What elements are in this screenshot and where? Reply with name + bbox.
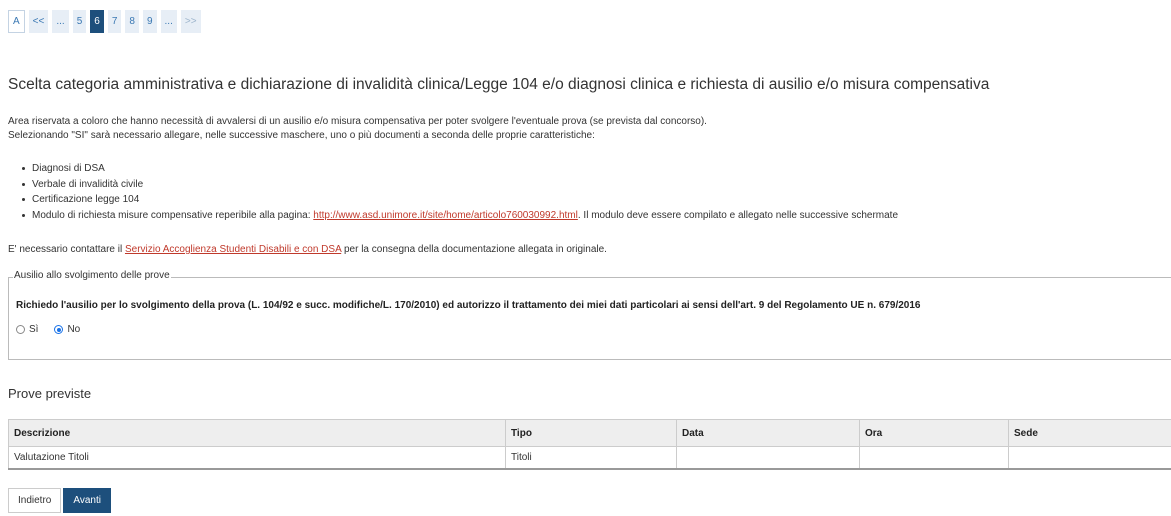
contact-text: E' necessario contattare il: [8, 244, 125, 255]
radio-no-label[interactable]: No: [67, 324, 80, 335]
ausilio-fieldset: Ausilio allo svolgimento delle prove Ric…: [8, 270, 1171, 360]
page-link-7[interactable]: 7: [107, 10, 122, 33]
page-link-prev[interactable]: <<: [28, 10, 49, 33]
service-link[interactable]: Servizio Accoglienza Studenti Disabili e…: [125, 244, 341, 255]
cell-data: [676, 446, 860, 470]
prove-table: Descrizione Tipo Data Ora Sede Valutazio…: [8, 419, 1171, 470]
column-header-ora: Ora: [859, 419, 1009, 447]
list-item: Diagnosi di DSA: [20, 161, 898, 177]
column-header-descrizione: Descrizione: [8, 419, 506, 447]
page-title: Scelta categoria amministrativa e dichia…: [8, 76, 990, 93]
fieldset-legend: Ausilio allo svolgimento delle prove: [13, 270, 171, 281]
form-actions: Indietro Avanti: [8, 488, 111, 513]
table-row: Valutazione Titoli Titoli: [8, 446, 1171, 470]
cell-descrizione: Valutazione Titoli: [8, 446, 506, 470]
page-link-ellipsis[interactable]: ...: [52, 10, 69, 33]
page-link-first[interactable]: A: [8, 10, 25, 33]
list-item-text: . Il modulo deve essere compilato e alle…: [577, 209, 899, 221]
page-link-9[interactable]: 9: [142, 10, 157, 33]
back-button[interactable]: Indietro: [8, 488, 62, 513]
page-link-next[interactable]: >>: [180, 10, 201, 33]
list-item: Modulo di richiesta misure compensative …: [20, 208, 898, 224]
module-link[interactable]: http://www.asd.unimore.it/site/home/arti…: [313, 210, 578, 221]
intro-text: Area riservata a coloro che hanno necess…: [8, 115, 707, 143]
contact-text: per la consegna della documentazione all…: [341, 244, 607, 255]
cell-tipo: Titoli: [505, 446, 677, 470]
page-link-5[interactable]: 5: [72, 10, 87, 33]
page-link-8[interactable]: 8: [125, 10, 139, 33]
ausilio-radio-group: Sì No: [16, 324, 80, 335]
pagination: A << ... 5 6 7 8 9 ... >>: [8, 10, 201, 33]
column-header-tipo: Tipo: [505, 419, 677, 447]
table-header-row: Descrizione Tipo Data Ora Sede: [8, 419, 1171, 447]
next-button[interactable]: Avanti: [63, 488, 111, 513]
cell-ora: [859, 446, 1009, 470]
documents-list: Diagnosi di DSA Verbale di invalidità ci…: [20, 161, 898, 223]
intro-line: Area riservata a coloro che hanno necess…: [8, 116, 707, 127]
list-item: Verbale di invalidità civile: [20, 177, 898, 193]
radio-no[interactable]: [54, 325, 64, 334]
intro-line: Selezionando "SI" sarà necessario allega…: [8, 130, 595, 141]
column-header-data: Data: [676, 419, 860, 447]
section-title: Prove previste: [8, 386, 92, 401]
cell-sede: [1008, 446, 1171, 470]
radio-si-label[interactable]: Sì: [29, 324, 38, 335]
list-item-text: Modulo di richiesta misure compensative …: [32, 209, 314, 221]
page-link-6-current[interactable]: 6: [90, 10, 104, 33]
ausilio-question: Richiedo l'ausilio per lo svolgimento de…: [16, 300, 921, 311]
radio-si[interactable]: [16, 325, 25, 334]
list-item: Certificazione legge 104: [20, 192, 898, 208]
page-link-ellipsis[interactable]: ...: [160, 10, 177, 33]
contact-note: E' necessario contattare il Servizio Acc…: [8, 244, 607, 255]
column-header-sede: Sede: [1008, 419, 1171, 447]
